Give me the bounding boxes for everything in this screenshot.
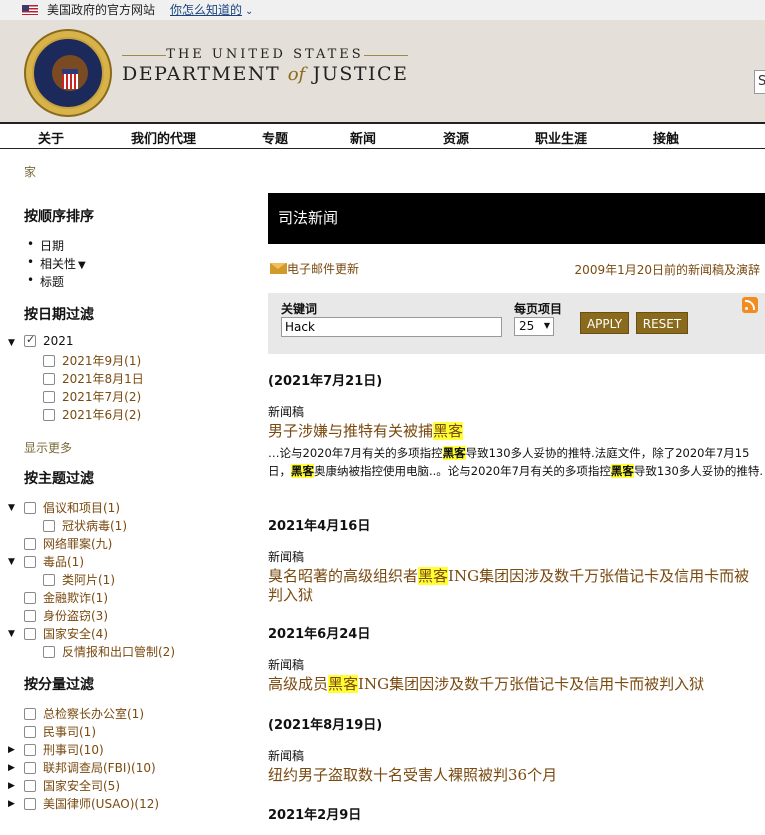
archive-link[interactable]: 2009年1月20日前的新闻稿及演辞 — [575, 261, 760, 278]
filter-2021[interactable]: 2021 — [24, 333, 74, 348]
filter-topic-item[interactable]: 类阿片(1) — [43, 571, 115, 588]
sort-title[interactable]: 标题 — [27, 273, 64, 290]
breadcrumb-home[interactable]: 家 — [24, 163, 36, 180]
result-snippet: …论与2020年7月有关的多项指控黑客导致130多人妥协的推特.法庭文件，除了2… — [268, 446, 764, 478]
search-input[interactable]: S — [754, 70, 765, 94]
chevron-down-icon: ▼ — [543, 321, 550, 330]
result-date: 2021年6月24日 — [268, 627, 371, 642]
expand-right-icon[interactable]: ▶ — [8, 799, 15, 809]
filter-date-item[interactable]: 2021年8月1日 — [43, 370, 144, 387]
result-date: (2021年7月21日) — [268, 374, 383, 389]
sort-relevance[interactable]: 相关性▼ — [27, 255, 86, 272]
filter-date-item[interactable]: 2021年6月(2) — [43, 406, 141, 423]
result-date: 2021年2月9日 — [268, 808, 362, 823]
expand-icon[interactable]: ▼ — [8, 629, 15, 639]
envelope-icon — [270, 263, 287, 274]
date-filter-heading: 按日期过滤 — [24, 307, 94, 323]
email-updates-link[interactable]: 电子邮件更新 — [270, 260, 359, 277]
result-title-link[interactable]: 纽约男子盗取数十名受害人裸照被判36个月 — [268, 766, 760, 785]
doj-seal-logo[interactable] — [24, 29, 112, 117]
filter-date-item[interactable]: 2021年9月(1) — [43, 352, 141, 369]
how-you-know-link[interactable]: 你怎么知道的 ⌄ — [170, 0, 253, 22]
expand-icon[interactable]: ▼ — [8, 557, 15, 567]
result-type: 新闻稿 — [268, 550, 305, 564]
filter-topic-item[interactable]: 冠状病毒(1) — [43, 517, 127, 534]
nav-about[interactable]: 关于 — [38, 128, 64, 147]
filter-topic-item[interactable]: 身份盗窃(3) — [24, 607, 108, 624]
filter-topic-item[interactable]: 网络罪案(九) — [24, 535, 112, 552]
result-type: 新闻稿 — [268, 405, 305, 419]
filter-component-item[interactable]: 联邦调查局(FBI)(10) — [24, 759, 156, 776]
gov-banner: 美国政府的官方网站 你怎么知道的 ⌄ — [0, 0, 765, 20]
filter-bar: 关键词 每页项目 25▼ APPLY RESET — [268, 293, 765, 354]
result-type: 新闻稿 — [268, 658, 305, 672]
sort-heading: 按顺序排序 — [24, 209, 94, 225]
nav-topics[interactable]: 专题 — [262, 128, 288, 147]
filter-component-item[interactable]: 刑事司(10) — [24, 741, 104, 758]
rss-icon[interactable] — [742, 297, 758, 313]
keyword-input[interactable] — [281, 317, 502, 337]
result-title-link[interactable]: 男子涉嫌与推特有关被捕黑客 — [268, 422, 760, 441]
result-title-link[interactable]: 高级成员黑客ING集团因涉及数千万张借记卡及信用卡而被判入狱 — [268, 675, 760, 694]
result-type: 新闻稿 — [268, 749, 305, 763]
per-page-select[interactable]: 25 ▼ — [514, 317, 554, 336]
result-date: 2021年4月16日 — [268, 519, 371, 534]
nav-careers[interactable]: 职业生涯 — [535, 128, 587, 147]
us-flag-icon — [22, 5, 38, 15]
main-nav: 关于 我们的代理 专题 新闻 资源 职业生涯 接触 — [0, 122, 765, 149]
nav-contact[interactable]: 接触 — [653, 128, 679, 147]
show-more-link[interactable]: 显示更多 — [24, 439, 72, 456]
filter-topic-item[interactable]: 反情报和出口管制(2) — [43, 643, 175, 660]
nav-resources[interactable]: 资源 — [443, 128, 469, 147]
dept-title[interactable]: DEPARTMENT of JUSTICE — [122, 63, 408, 85]
apply-button[interactable]: APPLY — [580, 312, 629, 334]
filter-topic-item[interactable]: 金融欺诈(1) — [24, 589, 108, 606]
result-title-link[interactable]: 臭名昭著的高级组织者黑客ING集团因涉及数千万张借记卡及信用卡而被判入狱 — [268, 567, 760, 605]
chevron-down-icon: ⌄ — [245, 6, 254, 17]
checkbox-icon — [24, 333, 36, 347]
page-title: 司法新闻 — [268, 193, 765, 244]
nav-agencies[interactable]: 我们的代理 — [131, 128, 196, 147]
result-date: (2021年8月19日) — [268, 718, 383, 733]
filter-component-item[interactable]: 总检察长办公室(1) — [24, 705, 144, 722]
sort-date[interactable]: 日期 — [27, 237, 64, 254]
expand-icon[interactable]: ▼ — [8, 503, 15, 513]
sort-desc-icon: ▼ — [78, 260, 86, 271]
filter-component-item[interactable]: 国家安全司(5) — [24, 777, 120, 794]
filter-date-item[interactable]: 2021年7月(2) — [43, 388, 141, 405]
masthead: THE UNITED STATES DEPARTMENT of JUSTICE … — [0, 20, 765, 122]
filter-component-item[interactable]: 民事司(1) — [24, 723, 96, 740]
filter-component-item[interactable]: 美国律师(USAO)(12) — [24, 795, 159, 812]
expand-2021-icon[interactable]: ▼ — [8, 338, 15, 348]
per-page-label: 每页项目 — [514, 302, 563, 316]
expand-right-icon[interactable]: ▶ — [8, 745, 15, 755]
component-filter-heading: 按分量过滤 — [24, 677, 94, 693]
reset-button[interactable]: RESET — [636, 312, 688, 334]
nav-news[interactable]: 新闻 — [350, 128, 376, 147]
keyword-label: 关键词 — [281, 302, 318, 316]
filter-topic-item[interactable]: 国家安全(4) — [24, 625, 108, 642]
filter-topic-item[interactable]: 毒品(1) — [24, 553, 84, 570]
gov-banner-text: 美国政府的官方网站 — [47, 3, 156, 17]
dept-top-line: THE UNITED STATES — [122, 47, 408, 62]
expand-right-icon[interactable]: ▶ — [8, 763, 15, 773]
topic-filter-heading: 按主题过滤 — [24, 471, 94, 487]
filter-topic-item[interactable]: 倡议和项目(1) — [24, 499, 120, 516]
expand-right-icon[interactable]: ▶ — [8, 781, 15, 791]
